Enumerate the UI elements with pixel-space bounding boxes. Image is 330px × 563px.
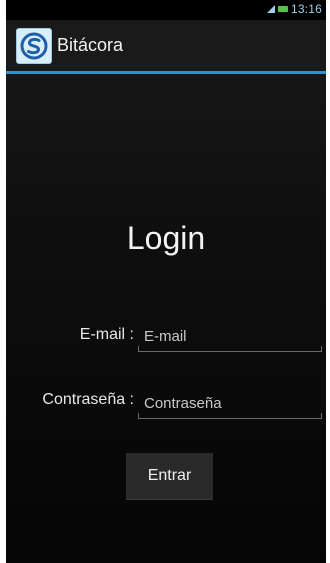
action-bar: Bitácora bbox=[6, 20, 326, 74]
battery-icon bbox=[277, 6, 288, 12]
enter-button[interactable]: Entrar bbox=[126, 453, 213, 500]
signal-icon bbox=[266, 5, 275, 13]
login-heading: Login bbox=[126, 220, 206, 256]
password-label: Contraseña : bbox=[42, 391, 134, 408]
status-clock: 13:16 bbox=[290, 2, 322, 16]
status-icons: 13:16 bbox=[266, 2, 322, 16]
app-title: Bitácora bbox=[57, 35, 124, 55]
password-field-container bbox=[138, 387, 322, 419]
password-field[interactable] bbox=[138, 387, 322, 419]
email-label: E-mail : bbox=[79, 326, 134, 343]
app-screen: 13:16 Bitácora Login E-mail : Contraseña… bbox=[6, 0, 326, 563]
email-field[interactable] bbox=[138, 320, 322, 352]
email-field-container bbox=[138, 320, 322, 352]
app-logo-icon[interactable] bbox=[16, 28, 52, 64]
app-logo-glyph bbox=[20, 32, 48, 60]
status-bar: 13:16 bbox=[6, 0, 326, 20]
